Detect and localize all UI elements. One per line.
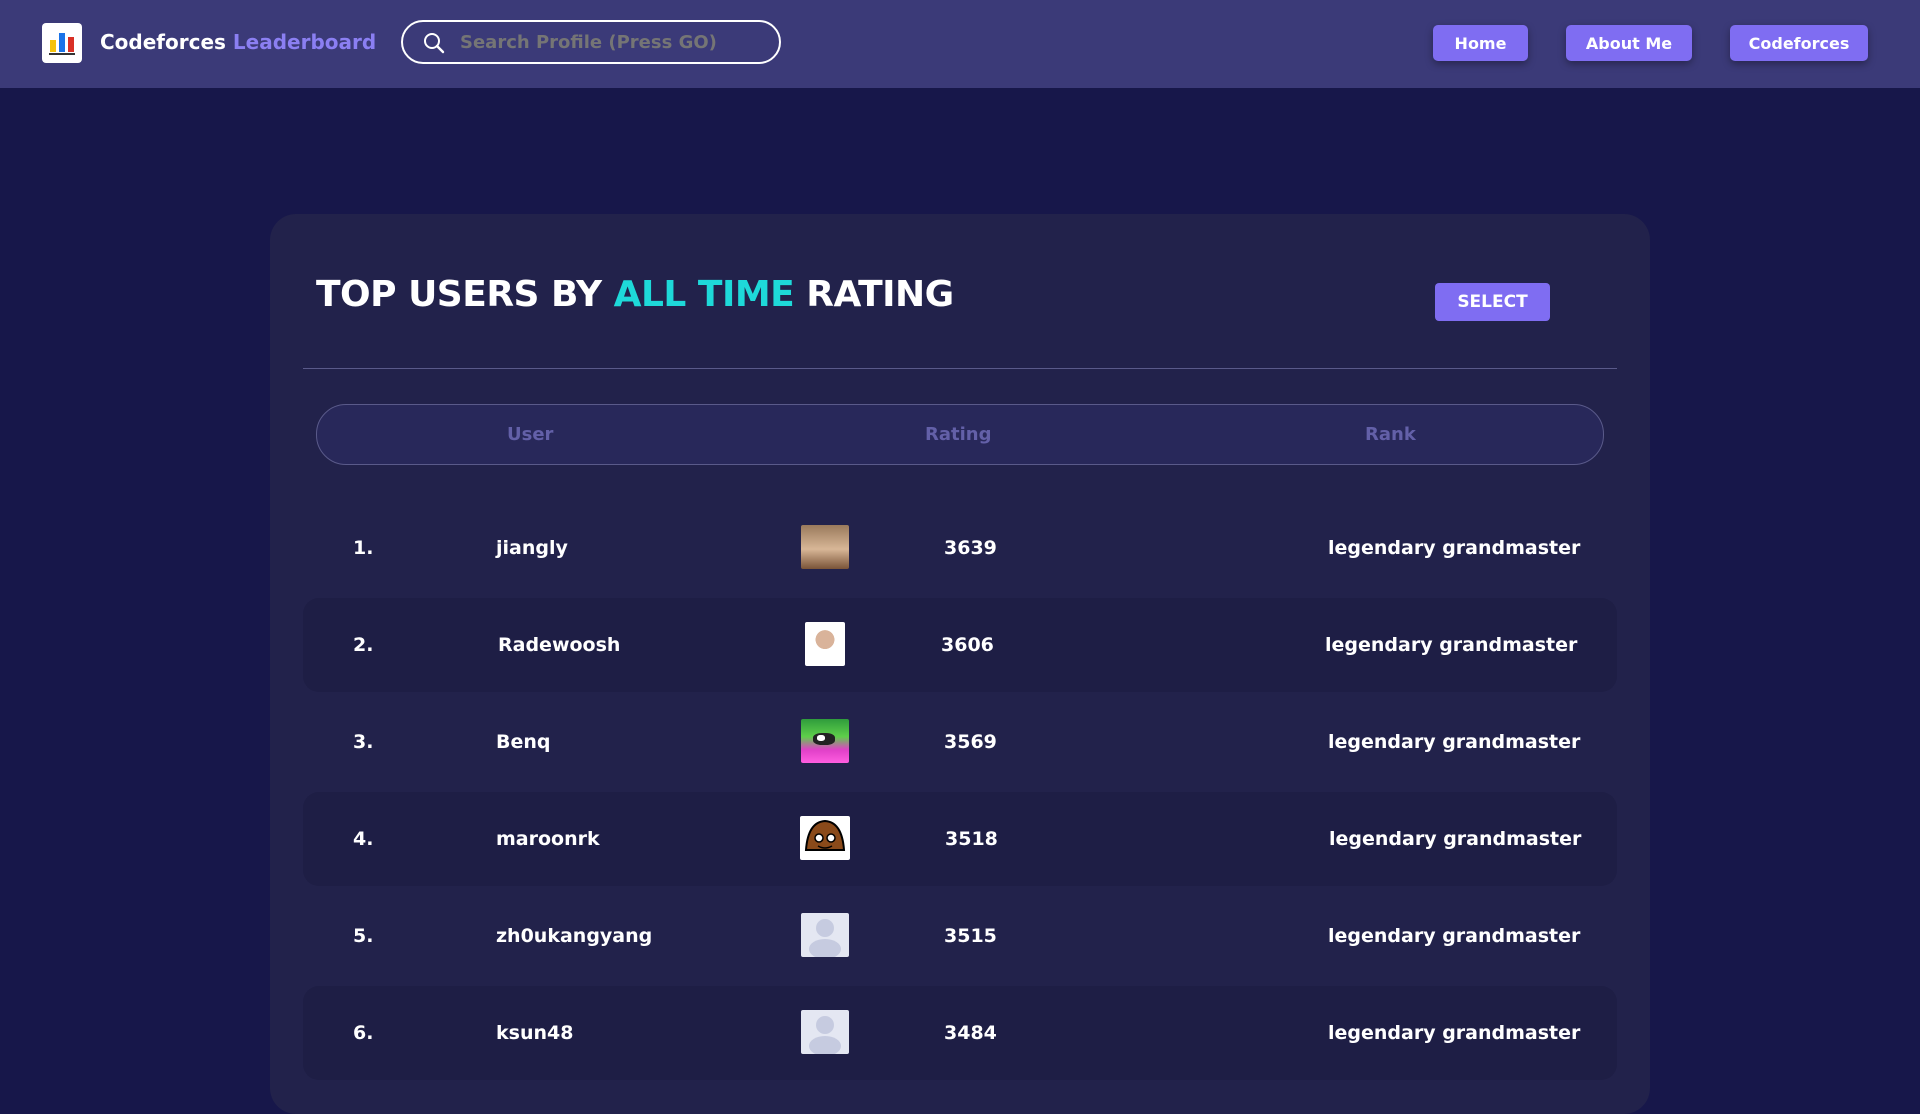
avatar xyxy=(805,622,845,666)
avatar xyxy=(801,913,849,957)
leaderboard-card: TOP USERS BY ALL TIME RATING SELECT User… xyxy=(270,214,1650,1114)
avatar xyxy=(801,1010,849,1054)
brand-accent: Leaderboard xyxy=(232,30,377,54)
about-me-button[interactable]: About Me xyxy=(1566,25,1692,61)
search-icon xyxy=(424,33,445,54)
user-rating: 3639 xyxy=(944,537,997,559)
title-highlight: ALL TIME xyxy=(613,274,795,315)
home-button[interactable]: Home xyxy=(1433,25,1528,61)
leaderboard-logo-icon[interactable] xyxy=(42,23,82,63)
table-row[interactable]: 1. jiangly 3639 legendary grandmaster xyxy=(303,501,1617,595)
row-number: 6. xyxy=(353,1022,374,1044)
avatar xyxy=(801,719,849,763)
user-handle[interactable]: Radewoosh xyxy=(498,634,620,656)
column-header-rank: Rank xyxy=(1365,424,1416,445)
brand-title[interactable]: Codeforces Leaderboard xyxy=(100,30,376,54)
search-input[interactable] xyxy=(460,32,760,53)
row-number: 4. xyxy=(353,828,374,850)
user-rank: legendary grandmaster xyxy=(1328,537,1581,559)
avatar xyxy=(800,816,850,860)
avatar xyxy=(801,525,849,569)
title-suffix: RATING xyxy=(806,274,954,315)
title-prefix: TOP USERS BY xyxy=(316,274,602,315)
table-row[interactable]: 6. ksun48 3484 legendary grandmaster xyxy=(303,986,1617,1080)
table-header: User Rating Rank xyxy=(316,404,1604,465)
page-title: TOP USERS BY ALL TIME RATING xyxy=(316,274,954,315)
row-number: 3. xyxy=(353,731,374,753)
user-rank: legendary grandmaster xyxy=(1328,925,1581,947)
navbar: Codeforces Leaderboard Home About Me Cod… xyxy=(0,0,1920,88)
brand-main: Codeforces xyxy=(100,30,226,54)
user-rank: legendary grandmaster xyxy=(1329,828,1582,850)
table-row[interactable]: 5. zh0ukangyang 3515 legendary grandmast… xyxy=(303,889,1617,983)
user-rating: 3569 xyxy=(944,731,997,753)
user-rating: 3515 xyxy=(944,925,997,947)
table-row[interactable]: 4. maroonrk 3518 legendary grandmaster xyxy=(303,792,1617,886)
user-handle[interactable]: maroonrk xyxy=(496,828,600,850)
select-period-button[interactable]: SELECT xyxy=(1435,283,1550,321)
user-handle[interactable]: jiangly xyxy=(496,537,568,559)
user-rank: legendary grandmaster xyxy=(1328,731,1581,753)
divider xyxy=(303,368,1617,369)
codeforces-button[interactable]: Codeforces xyxy=(1730,25,1868,61)
user-rating: 3518 xyxy=(945,828,998,850)
user-rank: legendary grandmaster xyxy=(1325,634,1578,656)
user-rating: 3606 xyxy=(941,634,994,656)
row-number: 5. xyxy=(353,925,374,947)
user-rating: 3484 xyxy=(944,1022,997,1044)
table-row[interactable]: 2. Radewoosh 3606 legendary grandmaster xyxy=(303,598,1617,692)
user-handle[interactable]: ksun48 xyxy=(496,1022,573,1044)
row-number: 1. xyxy=(353,537,374,559)
search-box[interactable] xyxy=(401,20,781,64)
table-row[interactable]: 3. Benq 3569 legendary grandmaster xyxy=(303,695,1617,789)
user-handle[interactable]: Benq xyxy=(496,731,551,753)
column-header-rating: Rating xyxy=(925,424,992,445)
user-handle[interactable]: zh0ukangyang xyxy=(496,925,652,947)
row-number: 2. xyxy=(353,634,374,656)
user-rank: legendary grandmaster xyxy=(1328,1022,1581,1044)
column-header-user: User xyxy=(507,424,554,445)
